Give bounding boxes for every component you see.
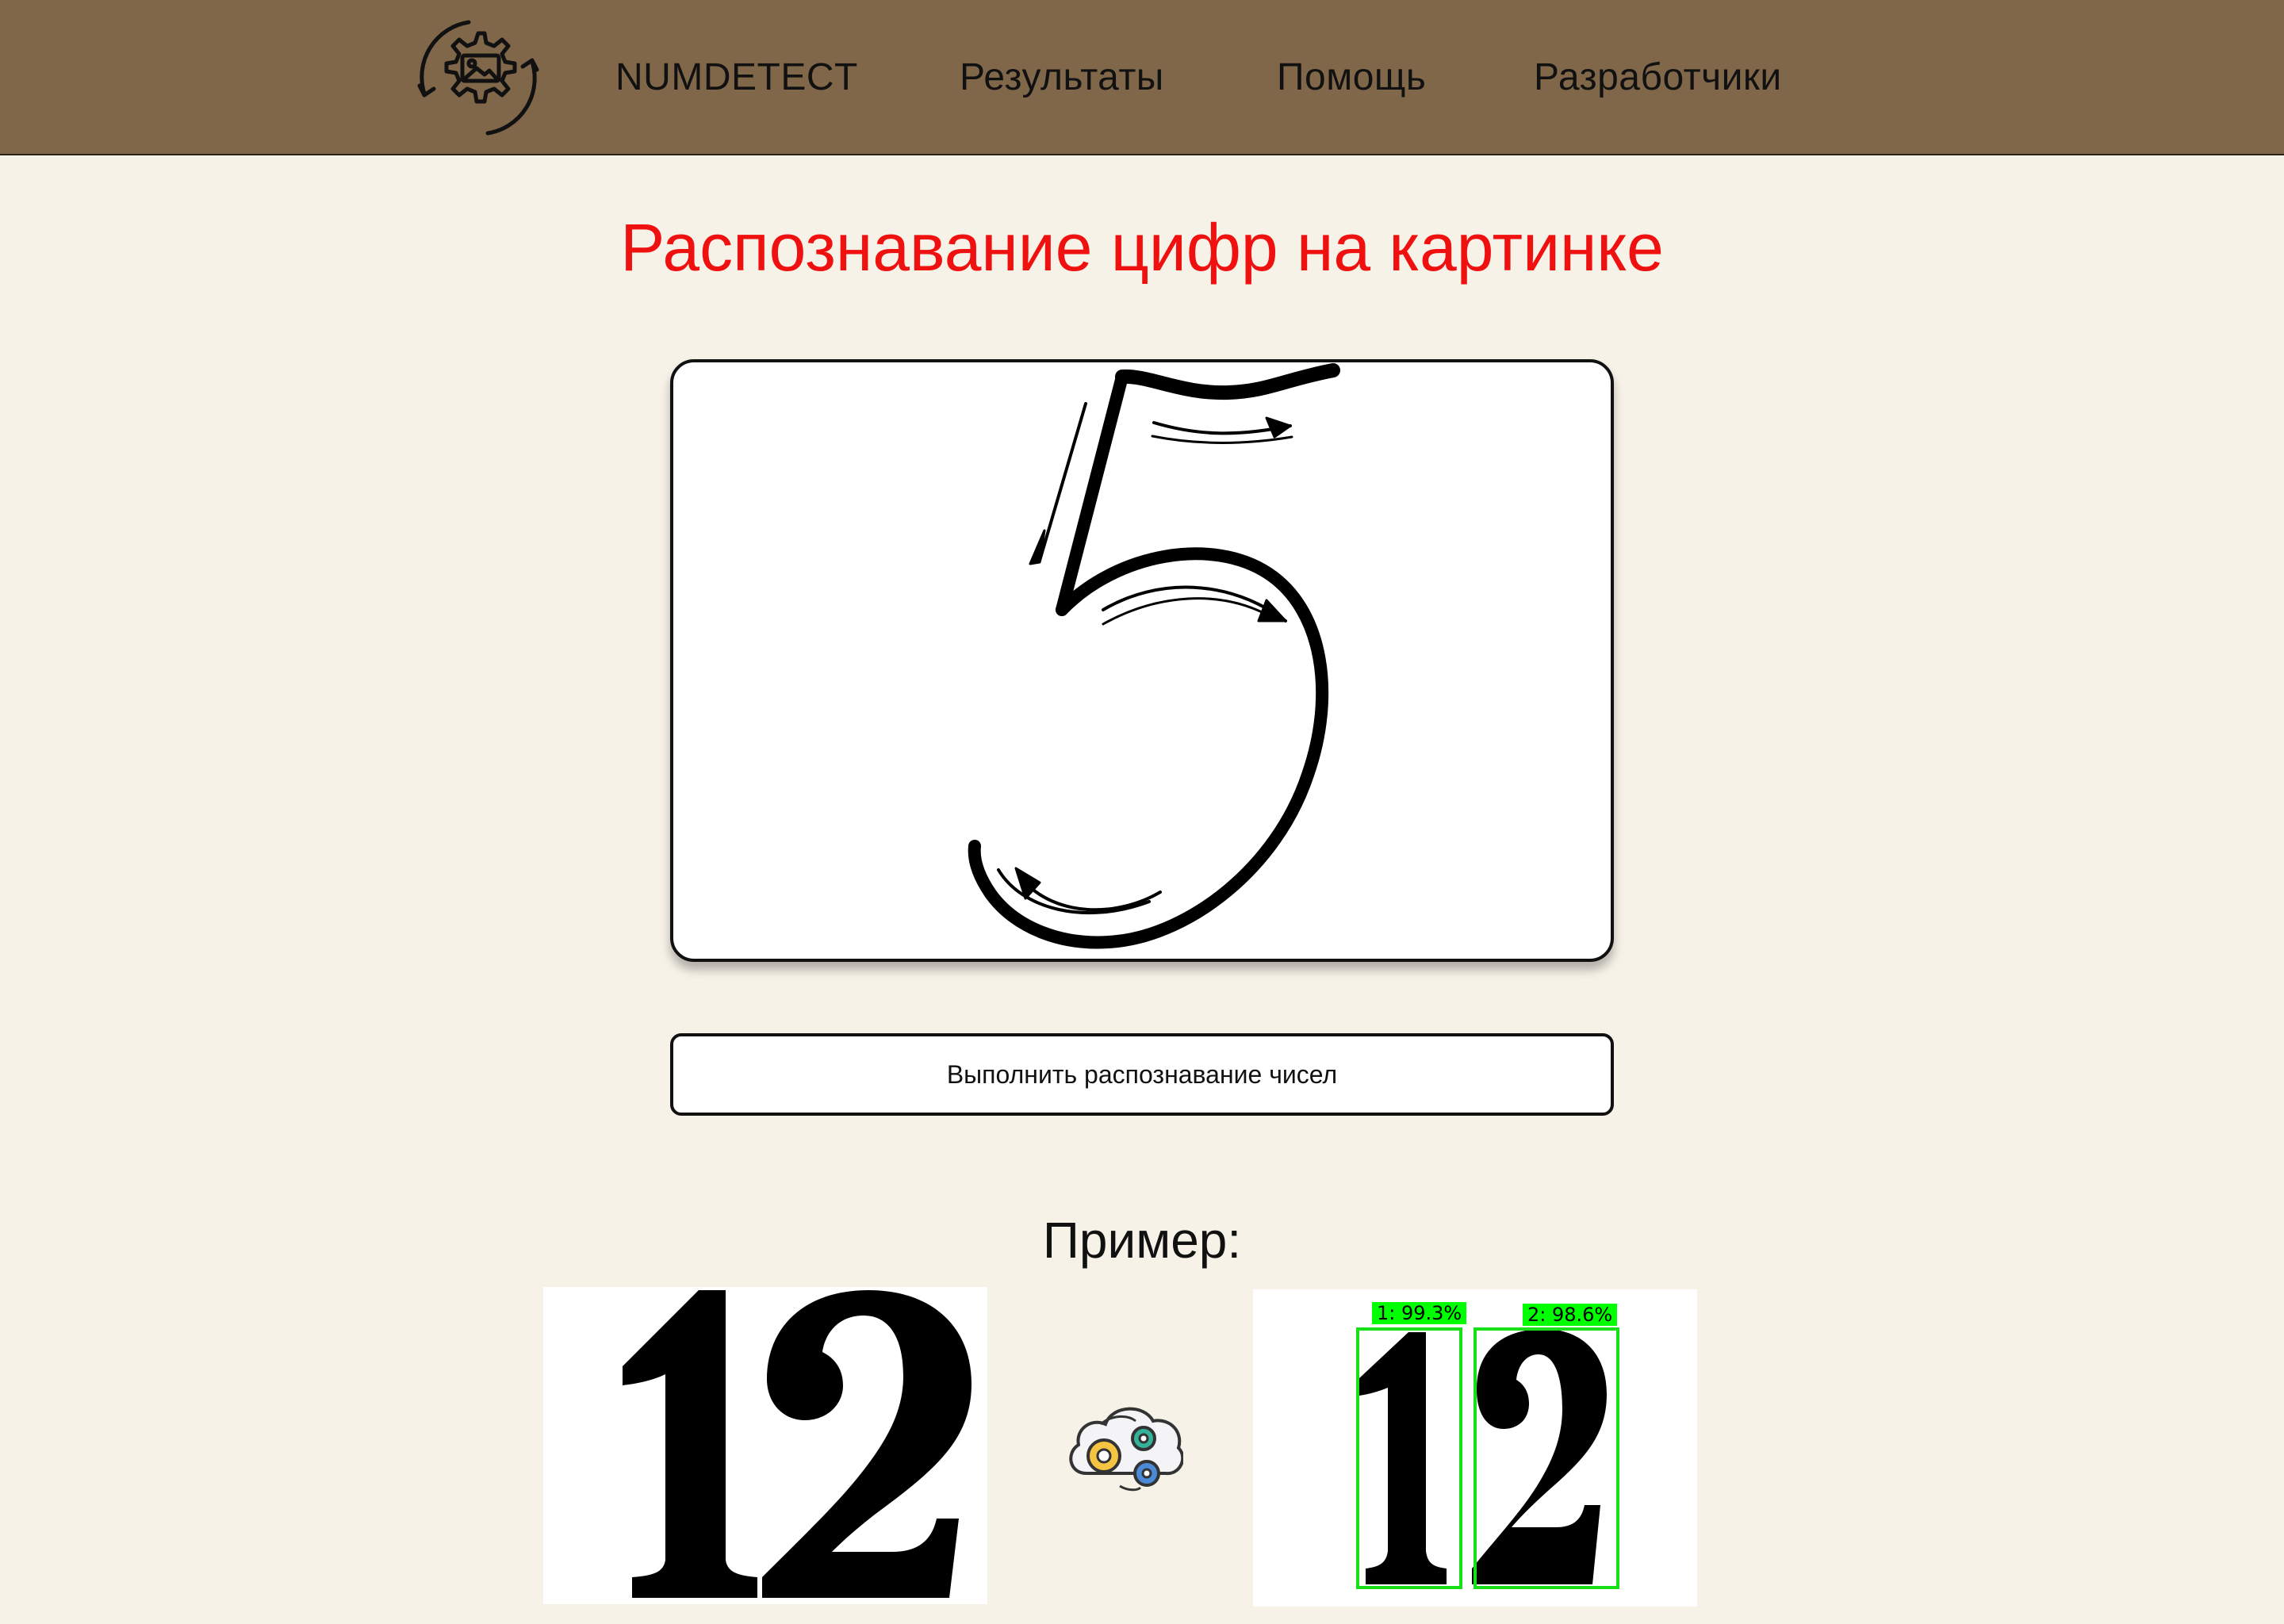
example-input-image xyxy=(543,1287,987,1604)
example-label: Пример: xyxy=(1042,1212,1242,1269)
top-navigation-bar: NUMDETECT Результаты Помощь Разработчики xyxy=(0,0,2284,155)
nav-developers[interactable]: Разработчики xyxy=(1534,56,1782,100)
brand-link[interactable]: NUMDETECT xyxy=(615,56,858,100)
detection-box-2 xyxy=(1473,1327,1619,1589)
nav-help[interactable]: Помощь xyxy=(1277,56,1426,100)
detection-box-1 xyxy=(1356,1327,1462,1589)
detection-label-2: 2: 98.6% xyxy=(1523,1304,1618,1326)
nav-results[interactable]: Результаты xyxy=(960,56,1164,100)
example-output-image: 1: 99.3% 2: 98.6% xyxy=(1253,1289,1697,1607)
page-title: Распознавание цифр на картинке xyxy=(620,210,1664,285)
cloud-gears-icon xyxy=(1064,1397,1185,1497)
uploaded-image-panel[interactable] xyxy=(670,359,1614,962)
gear-image-cycle-icon[interactable] xyxy=(407,11,550,144)
run-recognition-button[interactable]: Выполнить распознавание чисел xyxy=(670,1033,1614,1116)
detection-label-1: 1: 99.3% xyxy=(1372,1302,1467,1324)
handwritten-five-image xyxy=(968,363,1340,949)
